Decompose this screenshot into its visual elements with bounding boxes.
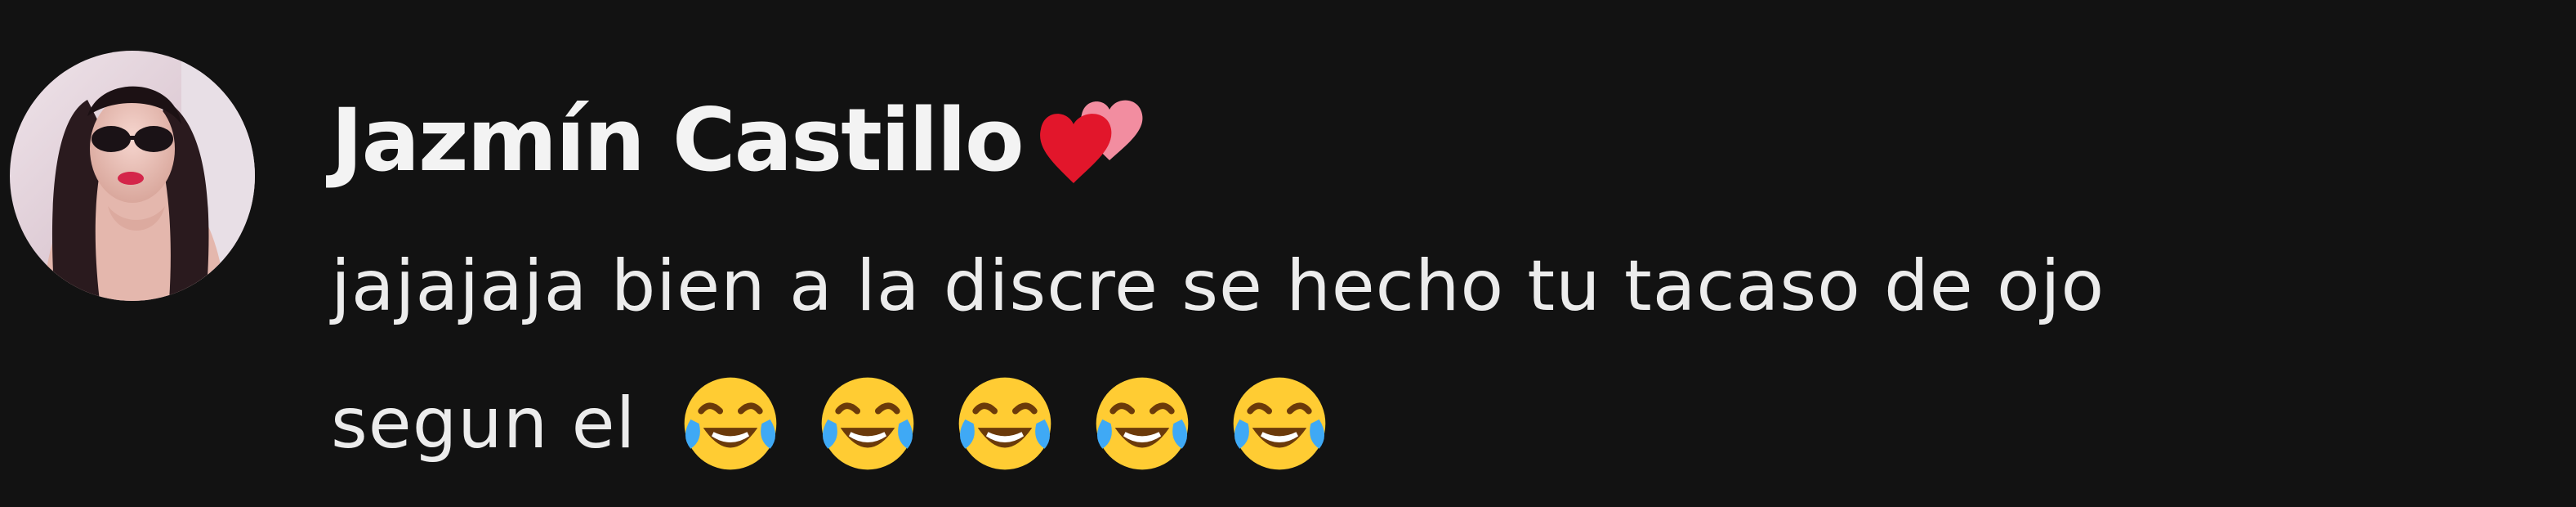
emoji-group — [678, 371, 1332, 476]
author-name[interactable]: Jazmín Castillo — [331, 97, 1025, 184]
two-hearts-icon — [1039, 100, 1143, 183]
avatar-photo — [10, 51, 255, 301]
face-with-tears-of-joy-icon — [1234, 377, 1326, 470]
comment-text-line-2: segun el — [331, 355, 2537, 492]
comment-item: Jazmín Castillo jajajaja bien a la discr… — [0, 0, 2576, 507]
author-row: Jazmín Castillo — [331, 83, 1157, 198]
avatar[interactable] — [10, 51, 255, 301]
comment-text: jajajaja bien a la discre se hecho tu ta… — [331, 237, 2537, 492]
face-with-tears-of-joy-icon — [959, 377, 1051, 470]
face-with-tears-of-joy-icon — [685, 377, 777, 470]
comment-text-line-2-text: segun el — [331, 383, 636, 464]
comment-text-line-1: jajajaja bien a la discre se hecho tu ta… — [331, 245, 2105, 327]
face-with-tears-of-joy-icon — [822, 377, 914, 470]
face-with-tears-of-joy-icon — [1096, 377, 1189, 470]
